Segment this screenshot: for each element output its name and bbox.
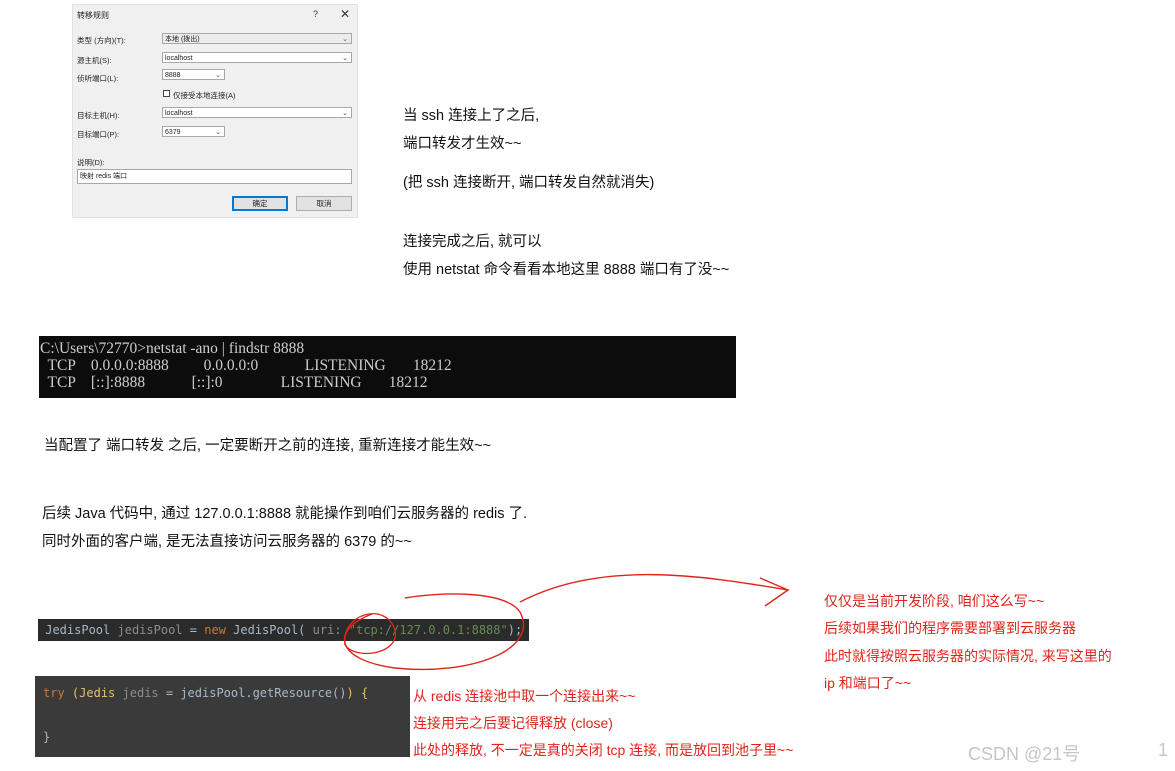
arrow-annotation	[519, 573, 790, 607]
cursor-circle-annotation	[344, 613, 396, 655]
hand-drawn-annotation	[343, 573, 790, 671]
page-number: 1	[1158, 740, 1169, 760]
circle-annotation	[343, 593, 525, 671]
csdn-watermark: CSDN @21号	[968, 744, 1081, 764]
